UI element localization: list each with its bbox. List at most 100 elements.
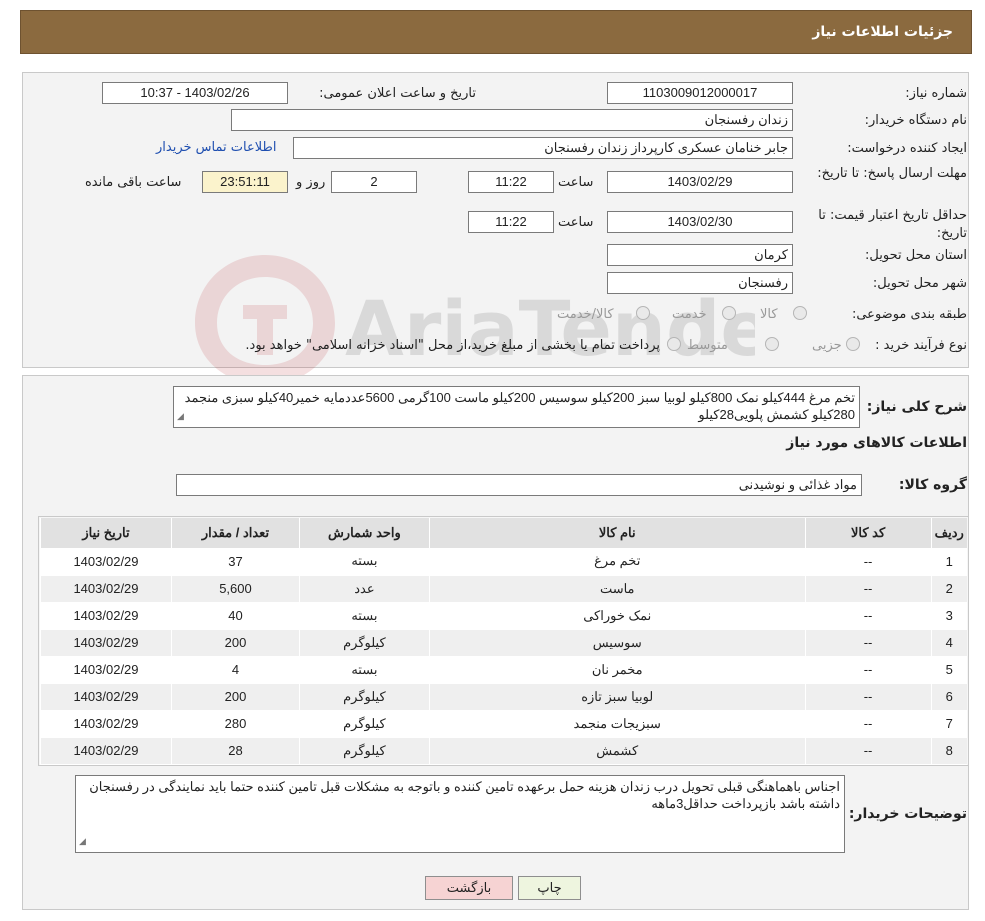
cell-date: 1403/02/29 [40,737,172,765]
table-row: 5 -- مخمر نان بسته 4 1403/02/29 [40,656,967,684]
category-radio-goods-service[interactable] [636,306,650,320]
cell-code: -- [804,548,932,576]
buyer-notes-text: اجناس باهماهنگی قبلی تحویل درب زندان هزی… [89,779,840,811]
cell-name: ماست [428,575,806,603]
goods-info-heading: اطلاعات کالاهای مورد نیاز [786,435,967,451]
cell-name: لوبیا سبز تازه [428,683,806,711]
table-row: 7 -- سبزیجات منجمد کیلوگرم 280 1403/02/29 [40,710,967,738]
cell-row-number: 7 [930,710,967,738]
description-label: شرح کلی نیاز: [866,399,967,415]
announce-datetime-field: 1403/02/26 - 10:37 [102,82,288,104]
col-header-date: تاریخ نیاز [40,518,172,548]
cell-quantity: 28 [171,737,300,765]
reply-deadline-label: مهلت ارسال پاسخ: تا تاریخ: [817,166,967,181]
cell-name: کشمش [428,737,806,765]
table-row: 2 -- ماست عدد 5,600 1403/02/29 [40,575,967,603]
print-button[interactable]: چاپ [518,876,581,900]
category-goods-label: کالا [760,307,778,322]
cell-date: 1403/02/29 [40,548,172,576]
purchase-radio-medium[interactable] [765,337,779,351]
cell-name: سبزیجات منجمد [428,710,806,738]
category-goods-service-label: کالا/خدمت [557,307,614,322]
remaining-label: ساعت باقی مانده [85,175,182,190]
requester-label: ایجاد کننده درخواست: [847,141,967,156]
cell-quantity: 4 [171,656,300,684]
resize-grip-icon[interactable]: ◢ [177,408,184,425]
reply-time-label: ساعت [558,175,594,190]
price-validity-label: حداقل تاریخ اعتبار قیمت: تا تاریخ: [818,208,967,241]
cell-row-number: 6 [930,683,967,711]
cell-quantity: 200 [171,683,300,711]
purchase-minor-label: جزیی [812,338,842,353]
cell-code: -- [804,656,932,684]
validity-date-field: 1403/02/30 [607,211,793,233]
days-field: 2 [331,171,417,193]
cell-row-number: 8 [930,737,967,765]
cell-unit: بسته [298,656,430,684]
cell-code: -- [804,710,932,738]
col-header-row-number: ردیف [930,518,967,548]
buyer-notes-textarea: اجناس باهماهنگی قبلی تحویل درب زندان هزی… [75,775,845,853]
buyer-org-label: نام دستگاه خریدار: [864,113,967,128]
table-row: 1 -- تخم مرغ بسته 37 1403/02/29 [40,548,967,576]
cell-quantity: 5,600 [171,575,300,603]
validity-time-field: 11:22 [468,211,554,233]
remaining-time-field: 23:51:11 [202,171,288,193]
cell-unit: عدد [298,575,430,603]
col-header-name: نام کالا [428,518,806,548]
cell-row-number: 3 [930,602,967,630]
table-row: 6 -- لوبیا سبز تازه کیلوگرم 200 1403/02/29 [40,683,967,711]
cell-code: -- [804,575,932,603]
page-header: جزئیات اطلاعات نیاز [20,10,972,54]
cell-row-number: 5 [930,656,967,684]
purchase-type-label: نوع فرآیند خرید : [875,338,967,353]
table-header-row: ردیف کد کالا نام کالا واحد شمارش تعداد /… [40,518,967,548]
cell-date: 1403/02/29 [40,710,172,738]
cell-name: مخمر نان [428,656,806,684]
col-header-quantity: تعداد / مقدار [171,518,300,548]
cell-date: 1403/02/29 [40,683,172,711]
buyer-contact-link[interactable]: اطلاعات تماس خریدار [156,140,276,155]
cell-quantity: 200 [171,629,300,657]
province-label: استان محل تحویل: [865,248,967,263]
need-number-label: شماره نیاز: [905,86,967,101]
cell-quantity: 40 [171,602,300,630]
treasury-note: پرداخت تمام یا بخشی از مبلغ خرید،از محل … [245,338,660,353]
reply-time-field: 11:22 [468,171,554,193]
col-header-unit: واحد شمارش [298,518,430,548]
need-number-field: 1103009012000017 [607,82,793,104]
cell-name: تخم مرغ [428,548,806,576]
announce-datetime-label: تاریخ و ساعت اعلان عمومی: [319,86,476,101]
cell-row-number: 4 [930,629,967,657]
city-field: رفسنجان [607,272,793,294]
cell-code: -- [804,683,932,711]
cell-unit: کیلوگرم [298,737,430,765]
category-radio-service[interactable] [722,306,736,320]
treasury-checkbox[interactable] [667,337,681,351]
cell-code: -- [804,737,932,765]
province-field: کرمان [607,244,793,266]
goods-group-label: گروه کالا: [898,477,967,493]
table-row: 8 -- کشمش کیلوگرم 28 1403/02/29 [40,737,967,765]
goods-table: ردیف کد کالا نام کالا واحد شمارش تعداد /… [40,518,967,765]
validity-time-label: ساعت [558,215,594,230]
days-label: روز و [296,175,326,190]
table-row: 3 -- نمک خوراکی بسته 40 1403/02/29 [40,602,967,630]
back-button[interactable]: بازگشت [425,876,513,900]
cell-row-number: 2 [930,575,967,603]
cell-name: نمک خوراکی [428,602,806,630]
resize-grip-icon[interactable]: ◢ [79,833,86,850]
category-label: طبقه بندی موضوعی: [851,307,967,322]
city-label: شهر محل تحویل: [872,276,967,291]
col-header-code: کد کالا [804,518,932,548]
cell-date: 1403/02/29 [40,629,172,657]
cell-unit: کیلوگرم [298,683,430,711]
cell-quantity: 280 [171,710,300,738]
category-radio-goods[interactable] [793,306,807,320]
cell-date: 1403/02/29 [40,602,172,630]
cell-quantity: 37 [171,548,300,576]
description-text: تخم مرغ 444کیلو نمک 800کیلو لوبیا سبز 20… [184,390,855,422]
purchase-radio-minor[interactable] [846,337,860,351]
purchase-medium-label: متوسط [687,338,728,353]
cell-date: 1403/02/29 [40,656,172,684]
